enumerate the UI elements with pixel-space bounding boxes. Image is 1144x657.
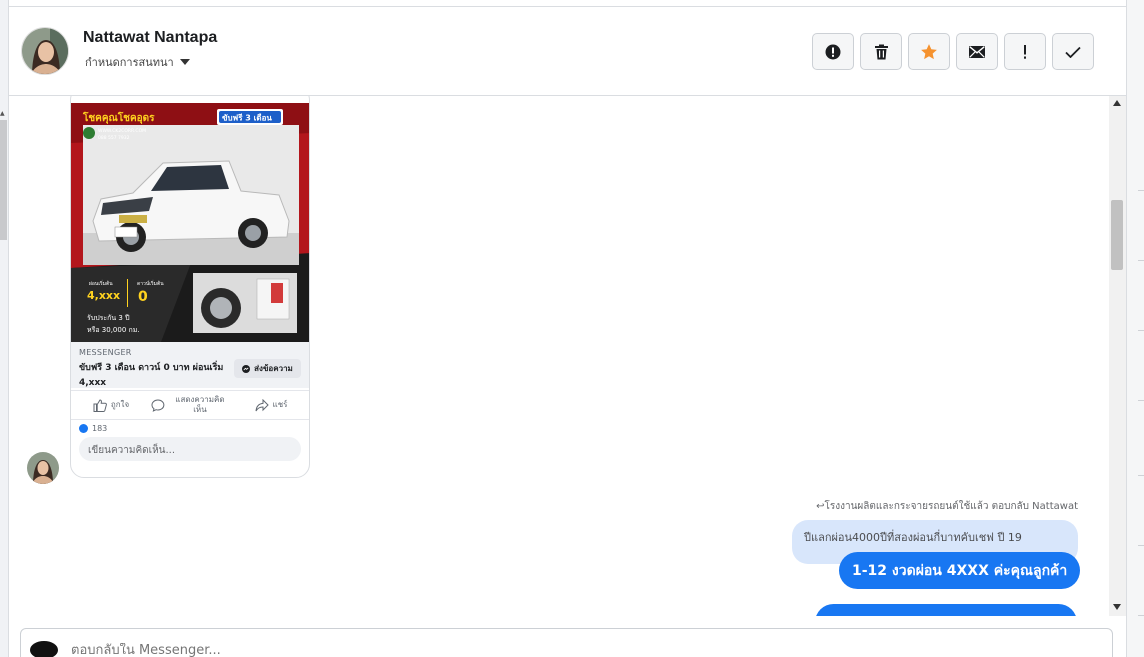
- scrollbar-thumb[interactable]: [0, 120, 7, 240]
- down-payment-label: ดาวน์เริ่มต้น: [137, 280, 164, 287]
- shared-post-card[interactable]: โชคคุณโชคอุดร ขับฟรี 3 เดือน WWW.CK2CORR…: [70, 96, 310, 478]
- scroll-up-arrow-icon[interactable]: ▲: [0, 110, 5, 117]
- caret-down-icon: [179, 59, 190, 65]
- conversation-settings-dropdown[interactable]: กำหนดการสนทนา: [85, 53, 190, 71]
- reaction-count-value: 183: [92, 424, 108, 433]
- phone-text: 088 557 7932: [98, 135, 130, 141]
- sent-message-bubble[interactable]: 1-12 งวดผ่อน 4XXX ค่ะคุณลูกค้า: [839, 552, 1081, 589]
- reaction-count[interactable]: 183: [79, 424, 107, 433]
- conversation-actions: [812, 33, 1094, 70]
- alert-circle-icon: [825, 44, 841, 59]
- sent-message-bubble-partial[interactable]: [815, 604, 1077, 616]
- envelope-icon: [969, 45, 985, 58]
- share-label: แชร์: [272, 400, 288, 409]
- comment-button[interactable]: แสดงความคิดเห็น: [151, 391, 231, 419]
- like-label: ถูกใจ: [110, 400, 130, 409]
- mark-unread-button[interactable]: [956, 33, 998, 70]
- mark-done-button[interactable]: [1052, 33, 1094, 70]
- send-message-label: ส่งข้อความ: [254, 364, 293, 373]
- contact-name[interactable]: Nattawat Nantapa: [83, 29, 217, 47]
- mark-spam-button[interactable]: [812, 33, 854, 70]
- trash-icon: [874, 44, 888, 59]
- sender-avatar[interactable]: [27, 452, 59, 484]
- post-headline-text: โชคคุณโชคอุดร: [82, 111, 155, 124]
- thread-scrollbar[interactable]: [1109, 96, 1126, 616]
- share-button[interactable]: แชร์: [231, 391, 309, 419]
- like-reaction-icon: [79, 424, 88, 433]
- delete-button[interactable]: [860, 33, 902, 70]
- comment-label: แสดงความคิดเห็น: [175, 395, 225, 414]
- post-link-preview[interactable]: MESSENGER ขับฟรี 3 เดือน ดาวน์ 0 บาท ผ่อ…: [71, 342, 309, 391]
- share-icon: [255, 398, 269, 411]
- comment-icon: [151, 399, 165, 412]
- right-panel-edge: [1126, 0, 1144, 657]
- exclamation-icon: [1024, 44, 1026, 59]
- installment-label: ผ่อนเริ่มต้น: [89, 280, 113, 287]
- distance-text: หรือ 30,000 กม.: [87, 326, 140, 334]
- installment-value: 4,xxx: [87, 289, 120, 302]
- page-avatar: [30, 641, 58, 657]
- thread-scrollbar-thumb[interactable]: [1111, 200, 1123, 270]
- follow-up-button[interactable]: [1004, 33, 1046, 70]
- send-message-button[interactable]: ส่งข้อความ: [234, 359, 301, 378]
- post-source-label: MESSENGER: [79, 348, 132, 357]
- post-action-bar: ถูกใจ แสดงความคิดเห็น แชร์: [71, 390, 309, 420]
- contact-avatar[interactable]: [21, 27, 69, 75]
- free-drive-badge-text: ขับฟรี 3 เดือน: [222, 113, 272, 123]
- post-image[interactable]: โชคคุณโชคอุดร ขับฟรี 3 เดือน WWW.CK2CORR…: [71, 103, 309, 342]
- post-comment-input[interactable]: เขียนความคิดเห็น...: [79, 437, 301, 461]
- checkmark-icon: [1065, 46, 1081, 58]
- message-thread: โชคคุณโชคอุดร ขับฟรี 3 เดือน WWW.CK2CORR…: [9, 96, 1126, 616]
- thumbs-up-icon: [93, 398, 107, 412]
- messenger-icon: [242, 364, 251, 373]
- website-text: WWW.CK2CORR.COM: [98, 128, 146, 134]
- down-payment-value: 0: [138, 289, 148, 305]
- scroll-down-arrow-icon[interactable]: [1113, 604, 1121, 610]
- inbox-page: ▲ Nattawat Nantapa กำหนดการสนทนา โชคคุณโ…: [0, 0, 1144, 657]
- star-button[interactable]: [908, 33, 950, 70]
- star-icon: [921, 43, 937, 59]
- reply-composer[interactable]: [20, 628, 1113, 657]
- reply-context-note: ↩โรงงานผลิตและกระจายรถยนต์ใช้แล้ว ตอบกลั…: [816, 501, 1078, 512]
- conversation-header: Nattawat Nantapa กำหนดการสนทนา: [9, 6, 1126, 96]
- post-title[interactable]: ขับฟรี 3 เดือน ดาวน์ 0 บาท ผ่อนเริ่ม 4,x…: [79, 361, 229, 391]
- conversation-settings-label: กำหนดการสนทนา: [85, 56, 174, 69]
- warranty-text: รับประกัน 3 ปี: [87, 314, 130, 322]
- left-panel-scrollbar[interactable]: ▲: [0, 0, 9, 657]
- scroll-up-arrow-icon[interactable]: [1113, 100, 1121, 106]
- like-button[interactable]: ถูกใจ: [71, 391, 151, 419]
- reply-input[interactable]: [71, 643, 971, 657]
